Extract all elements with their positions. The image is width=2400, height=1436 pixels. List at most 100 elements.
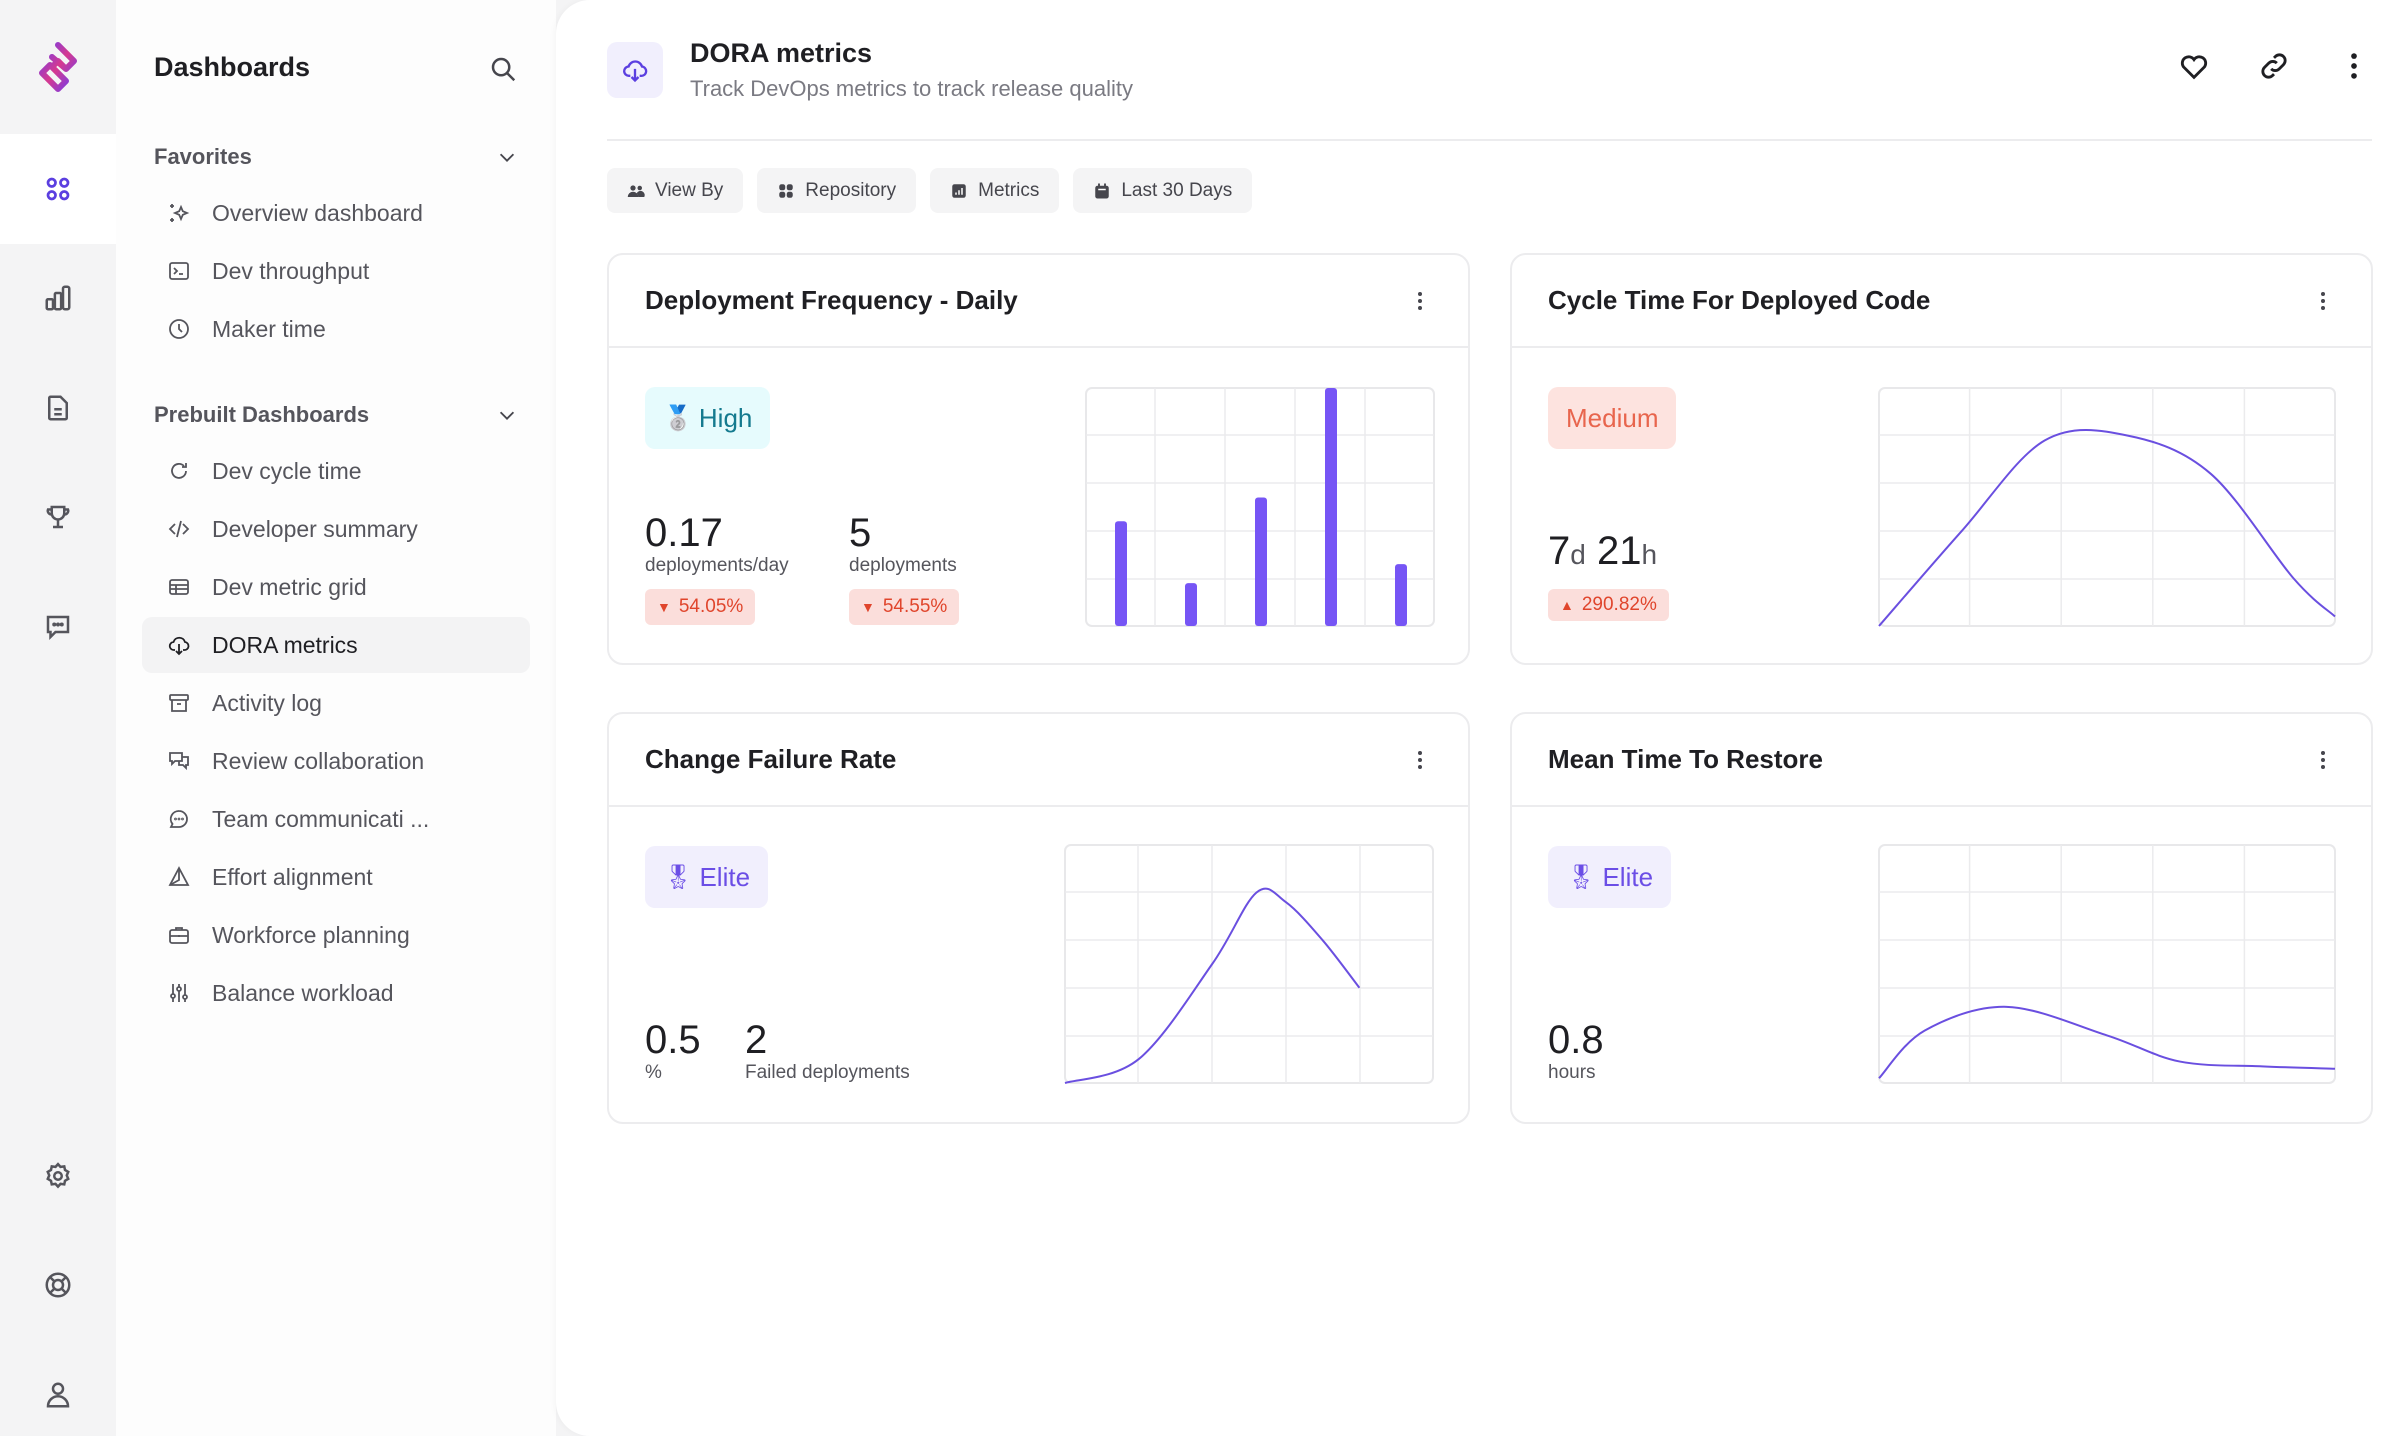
chevron-down-icon xyxy=(499,411,515,420)
nav-item-dora-metrics[interactable]: DORA metrics xyxy=(142,617,530,673)
nav-item-label: Dev cycle time xyxy=(212,457,362,484)
favorite-button[interactable] xyxy=(2176,48,2212,84)
metric-caption: Failed deployments xyxy=(745,1062,910,1083)
metric-value: 5 xyxy=(849,511,872,555)
card-deployment-frequency: Deployment Frequency - Daily 🥈 High 0.17… xyxy=(607,253,1470,665)
metric-cycle-time: 7d 21h ▲ 290.82% xyxy=(1548,531,1669,621)
chart-frame xyxy=(1878,387,2336,627)
copy-link-button[interactable] xyxy=(2256,48,2292,84)
rail-settings[interactable] xyxy=(0,1146,116,1206)
user-icon xyxy=(46,1382,70,1408)
filter-date-range[interactable]: Last 30 Days xyxy=(1073,168,1253,213)
icon-rail xyxy=(0,0,116,1436)
rail-analytics[interactable] xyxy=(0,268,116,328)
rating-badge: 🎖 Elite xyxy=(645,846,769,908)
card-menu-button[interactable] xyxy=(1408,286,1432,316)
nav-item-label: Workforce planning xyxy=(212,921,410,948)
nav-item-overview-dashboard[interactable]: Overview dashboard xyxy=(142,185,530,241)
briefcase-icon xyxy=(169,927,189,944)
delta-badge: ▼ 54.55% xyxy=(849,589,960,625)
chart-frame xyxy=(1064,844,1434,1084)
arrow-up-icon: ▲ xyxy=(1560,597,1574,613)
rail-help[interactable] xyxy=(0,1255,116,1315)
metric-count: 5 deployments ▼ 54.55% xyxy=(849,511,960,625)
more-vertical-icon xyxy=(1418,291,1422,310)
section-favorites[interactable]: Favorites xyxy=(154,140,524,174)
days-unit: d xyxy=(1570,539,1586,570)
metric-caption: hours xyxy=(1548,1062,1596,1083)
document-icon xyxy=(48,395,68,421)
nav-item-activity-log[interactable]: Activity log xyxy=(142,675,530,731)
chart-frame xyxy=(1878,844,2336,1084)
calendar-icon xyxy=(1095,183,1110,198)
nav-item-team-communication[interactable]: Team communicati ... xyxy=(142,791,530,847)
rail-goals[interactable] xyxy=(0,487,116,547)
metric-rate: 0.17 deployments/day ▼ 54.05% xyxy=(645,513,789,625)
metric-caption: % xyxy=(645,1062,662,1083)
medal-icon: 🥈 xyxy=(663,404,693,432)
bar xyxy=(1115,521,1127,626)
nav-item-label: DORA metrics xyxy=(212,631,358,658)
trophy-icon xyxy=(46,505,70,529)
rail-reports[interactable] xyxy=(0,378,116,438)
nav-item-label: Balance workload xyxy=(212,979,394,1006)
rating-label: Medium xyxy=(1566,402,1659,433)
nav-item-developer-summary[interactable]: Developer summary xyxy=(142,501,530,557)
navigation-icon xyxy=(168,866,190,886)
card-menu-button[interactable] xyxy=(2311,286,2335,316)
rail-profile[interactable] xyxy=(0,1365,116,1425)
nav-item-label: Review collaboration xyxy=(212,747,425,774)
heart-icon xyxy=(2180,55,2208,80)
panel-title: Dashboards xyxy=(154,52,311,82)
link-icon xyxy=(2261,53,2287,79)
arrow-down-icon: ▼ xyxy=(861,599,875,615)
card-title: Cycle Time For Deployed Code xyxy=(1548,285,1931,315)
metric-caption: deployments/day xyxy=(645,555,789,576)
nav-item-dev-metric-grid[interactable]: Dev metric grid xyxy=(142,559,530,615)
metric-failed-deployments: 2 Failed deployments xyxy=(745,1020,910,1084)
chart-svg xyxy=(1878,844,2336,1084)
bar xyxy=(1185,583,1197,626)
nav-item-maker-time[interactable]: Maker time xyxy=(142,301,530,357)
lifebuoy-icon xyxy=(45,1272,71,1298)
gear-icon xyxy=(46,1162,70,1189)
header-divider xyxy=(607,139,2372,141)
filter-view-by[interactable]: View By xyxy=(607,168,744,213)
grid-icon xyxy=(46,177,70,201)
nav-item-effort-alignment[interactable]: Effort alignment xyxy=(142,849,530,905)
rail-feedback[interactable] xyxy=(0,597,116,657)
card-title: Change Failure Rate xyxy=(645,744,897,774)
terminal-icon xyxy=(169,262,189,280)
chart-svg xyxy=(1064,844,1434,1084)
section-label: Favorites xyxy=(154,144,252,169)
filter-label: Repository xyxy=(805,179,897,201)
nav-item-balance-workload[interactable]: Balance workload xyxy=(142,965,530,1021)
sparkles-icon xyxy=(170,204,190,222)
rating-label: Elite xyxy=(699,861,751,892)
delta-value: 54.55% xyxy=(882,596,948,617)
nav-item-label: Effort alignment xyxy=(212,863,373,890)
hours-value: 21 xyxy=(1596,529,1642,573)
nav-item-dev-cycle-time[interactable]: Dev cycle time xyxy=(142,443,530,499)
hours-unit: h xyxy=(1641,539,1658,570)
page-title: DORA metrics xyxy=(690,38,873,68)
logo-icon xyxy=(39,42,77,92)
more-options-button[interactable] xyxy=(2336,48,2372,84)
bar xyxy=(1325,388,1337,626)
rail-dashboards[interactable] xyxy=(0,159,116,219)
nav-item-workforce-planning[interactable]: Workforce planning xyxy=(142,907,530,963)
card-menu-button[interactable] xyxy=(2311,745,2335,775)
bar xyxy=(1255,497,1267,626)
nav-item-review-collaboration[interactable]: Review collaboration xyxy=(142,733,530,789)
metric-value: 0.5 xyxy=(645,1018,701,1062)
search-button[interactable] xyxy=(488,54,518,84)
delta-value: 54.05% xyxy=(678,596,744,617)
card-menu-button[interactable] xyxy=(1408,745,1432,775)
filter-metrics[interactable]: Metrics xyxy=(930,168,1060,213)
refresh-icon xyxy=(171,463,187,479)
nav-item-dev-throughput[interactable]: Dev throughput xyxy=(142,243,530,299)
brand-logo[interactable] xyxy=(0,0,116,134)
filter-label: Metrics xyxy=(978,179,1040,201)
section-prebuilt-dashboards[interactable]: Prebuilt Dashboards xyxy=(154,398,524,432)
filter-repository[interactable]: Repository xyxy=(757,168,917,213)
